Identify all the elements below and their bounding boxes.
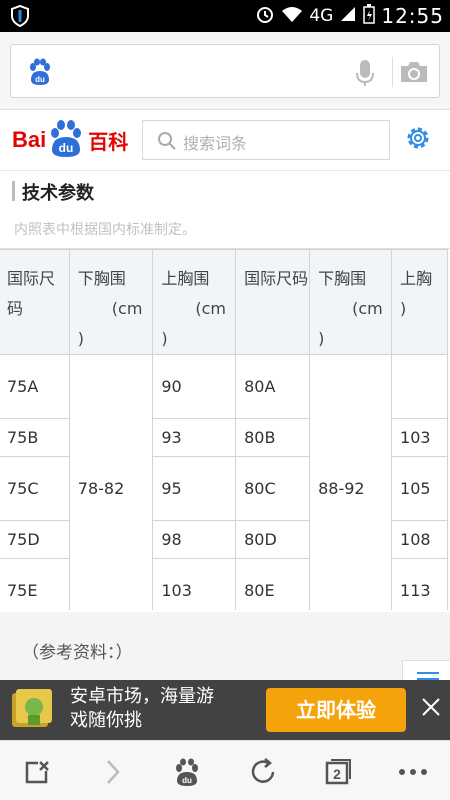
logo-paw-icon: du bbox=[46, 118, 86, 162]
references-label: （参考资料：） bbox=[22, 643, 133, 663]
cell-bust1: 90 bbox=[152, 354, 237, 419]
ad-line-2: 戏随你挑 bbox=[70, 710, 142, 731]
size-table-container[interactable]: 国际尺码 下胸围 (cm) 上胸围 (cm) 国际尺码 下胸围 (cm) 上胸) 75… bbox=[0, 248, 450, 610]
baidu-paw-icon: du bbox=[27, 58, 53, 90]
try-now-button[interactable]: 立即体验 bbox=[266, 688, 406, 732]
cell-underbust-group1: 78-82 bbox=[68, 354, 154, 610]
logo-du: du bbox=[59, 141, 74, 155]
cell-size2: 80D bbox=[235, 520, 311, 559]
header-underbust-2: 下胸围 (cm) bbox=[309, 249, 393, 355]
baike-search-placeholder: 搜索词条 bbox=[183, 134, 248, 153]
status-bar: 4G 12:55 bbox=[0, 0, 450, 32]
close-icon[interactable] bbox=[420, 696, 442, 722]
cell-bust2: 113 bbox=[391, 558, 448, 610]
cell-bust1: 98 bbox=[152, 520, 237, 559]
app-market-ad-banner[interactable]: 安卓市场，海量游 戏随你挑 立即体验 bbox=[0, 680, 450, 740]
section-title: 技术参数 bbox=[22, 183, 94, 204]
svg-text:du: du bbox=[35, 75, 45, 84]
cell-size2: 80B bbox=[235, 418, 311, 457]
battery-icon bbox=[363, 3, 376, 29]
ad-text: 安卓市场，海量游 戏随你挑 bbox=[70, 685, 214, 733]
shield-icon bbox=[10, 4, 30, 28]
search-input[interactable]: du bbox=[10, 44, 440, 98]
svg-text:du: du bbox=[182, 776, 192, 785]
logo-bai: Bai bbox=[12, 127, 47, 152]
cell-bust1: 93 bbox=[152, 418, 237, 457]
tabs-count: 2 bbox=[333, 766, 341, 782]
size-table: 国际尺码 下胸围 (cm) 上胸围 (cm) 国际尺码 下胸围 (cm) 上胸) 75… bbox=[0, 249, 448, 610]
cell-underbust-group2: 88-92 bbox=[309, 354, 393, 610]
table-row: 75A 78-82 90 80A 88-92 bbox=[0, 354, 448, 610]
table-header-row: 国际尺码 下胸围 (cm) 上胸围 (cm) 国际尺码 下胸围 (cm) 上胸) bbox=[0, 249, 448, 355]
signal-icon bbox=[339, 5, 357, 28]
wifi-icon bbox=[281, 5, 303, 28]
gear-icon[interactable] bbox=[404, 124, 432, 156]
header-intl-size-2: 国际尺码 bbox=[235, 249, 311, 355]
cell-size2: 80E bbox=[235, 558, 311, 610]
cell-size2: 80A bbox=[235, 354, 311, 419]
network-type: 4G bbox=[309, 6, 334, 26]
search-icon bbox=[157, 131, 177, 155]
cell-size1: 75C bbox=[0, 456, 70, 521]
section-faded-text: 内照表中根据国内标准制定。 bbox=[14, 222, 196, 238]
ad-line-1: 安卓市场，海量游 bbox=[70, 686, 214, 707]
refresh-icon[interactable] bbox=[246, 755, 280, 789]
header-overbust-2: 上胸) bbox=[391, 249, 448, 355]
exit-icon[interactable] bbox=[20, 755, 54, 789]
cell-bust2: 108 bbox=[391, 520, 448, 559]
logo-baike: 百科 bbox=[88, 129, 129, 154]
divider bbox=[392, 57, 393, 87]
app-market-icon bbox=[8, 685, 56, 733]
camera-icon[interactable] bbox=[399, 60, 429, 88]
cell-bust2: 105 bbox=[391, 456, 448, 521]
baike-header: Bai du 百科 搜索词条 bbox=[0, 110, 450, 170]
cell-size1: 75B bbox=[0, 418, 70, 457]
cell-bust2: 103 bbox=[391, 418, 448, 457]
baike-search-input[interactable]: 搜索词条 bbox=[142, 120, 390, 160]
section-bar bbox=[12, 181, 15, 201]
header-overbust-1: 上胸围 (cm) bbox=[152, 249, 237, 355]
cell-bust1: 95 bbox=[152, 456, 237, 521]
alarm-icon bbox=[255, 4, 275, 29]
forward-icon[interactable] bbox=[96, 755, 130, 789]
microphone-icon[interactable] bbox=[355, 59, 375, 91]
cell-size1: 75D bbox=[0, 520, 70, 559]
cell-size1: 75E bbox=[0, 558, 70, 610]
baidu-home-icon[interactable]: du bbox=[170, 755, 204, 789]
cell-size2: 80C bbox=[235, 456, 311, 521]
header-intl-size-1: 国际尺码 bbox=[0, 249, 70, 355]
section-tech-params: 技术参数 内照表中根据国内标准制定。 bbox=[0, 170, 450, 248]
cell-bust1: 103 bbox=[152, 558, 237, 610]
clock: 12:55 bbox=[381, 4, 444, 28]
tabs-icon[interactable]: 2 bbox=[320, 755, 354, 789]
bottom-nav: du 2 bbox=[0, 740, 450, 800]
more-menu-icon[interactable] bbox=[396, 755, 430, 789]
browser-search-bar: du bbox=[0, 32, 450, 110]
header-underbust-1: 下胸围 (cm) bbox=[68, 249, 154, 355]
cell-size1: 75A bbox=[0, 354, 70, 419]
cell-bust2 bbox=[391, 354, 448, 419]
baidu-baike-logo[interactable]: Bai du 百科 bbox=[12, 118, 128, 162]
